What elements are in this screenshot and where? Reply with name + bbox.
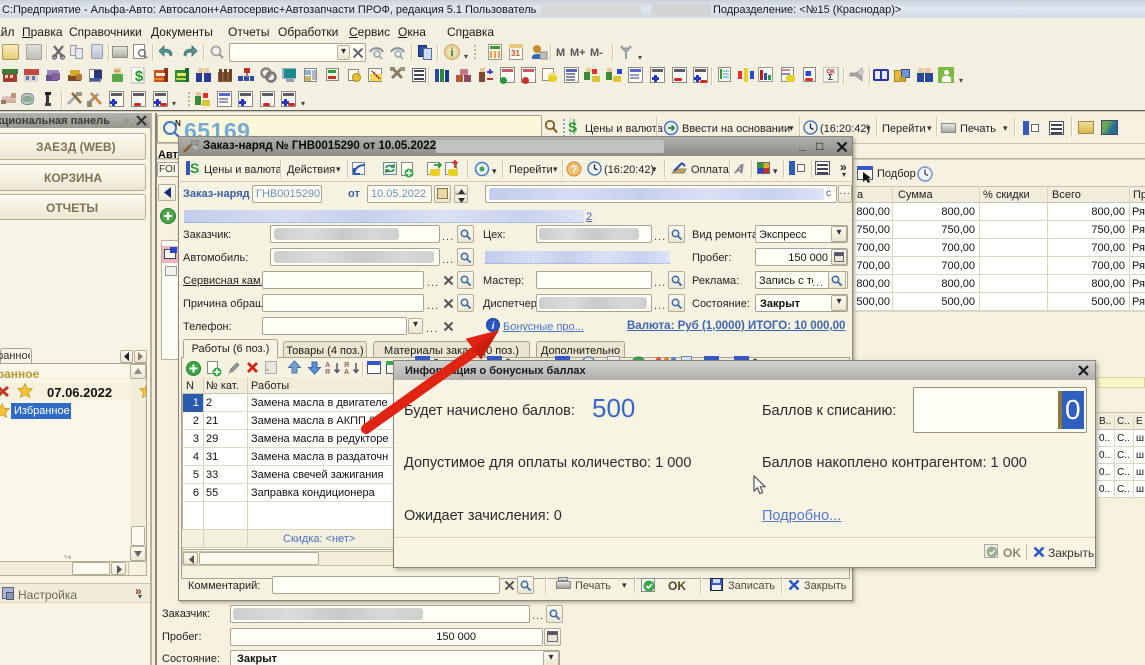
svg-text:S: S bbox=[568, 119, 577, 134]
svg-text:S: S bbox=[190, 160, 199, 176]
svg-text:i: i bbox=[450, 46, 453, 60]
svg-text:Σ: Σ bbox=[828, 73, 833, 82]
svg-text:N: N bbox=[175, 119, 181, 128]
svg-text:$: $ bbox=[135, 68, 144, 84]
svg-text:?: ? bbox=[571, 164, 578, 176]
